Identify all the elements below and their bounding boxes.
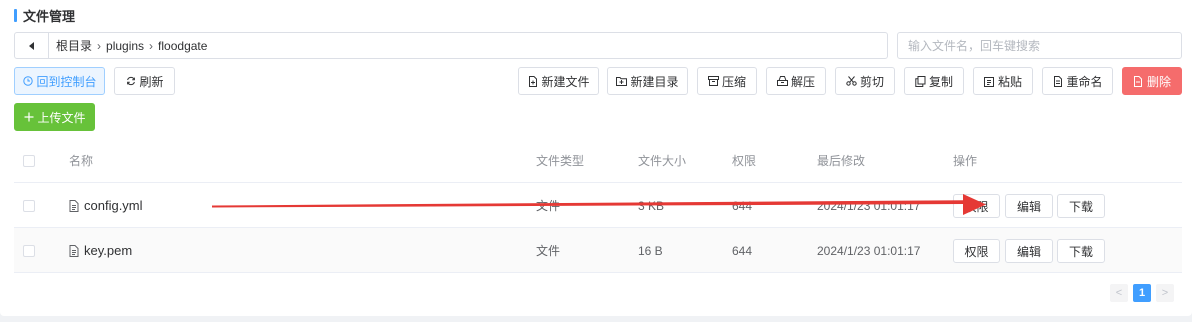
search-input[interactable]	[897, 32, 1182, 59]
table-header: 名称 文件类型 文件大小 权限 最后修改 操作	[14, 138, 1182, 183]
plus-icon	[23, 112, 34, 123]
breadcrumb-root[interactable]: 根目录	[56, 37, 92, 54]
file-table: 名称 文件类型 文件大小 权限 最后修改 操作 config.yml 文件 3 …	[14, 138, 1182, 273]
edit-button[interactable]: 编辑	[1005, 194, 1053, 218]
select-all-checkbox[interactable]	[23, 138, 35, 183]
table-row[interactable]: key.pem 文件 16 B 644 2024/1/23 01:01:17 权…	[14, 228, 1182, 273]
chevron-right-icon: ›	[149, 38, 154, 53]
download-button[interactable]: 下载	[1057, 194, 1105, 218]
breadcrumb: 根目录 › plugins › floodgate	[49, 37, 207, 54]
rename-label: 重命名	[1066, 74, 1103, 89]
file-size: 16 B	[638, 243, 663, 258]
file-name-cell[interactable]: key.pem	[69, 228, 132, 273]
folder-plus-icon	[616, 76, 628, 87]
file-permissions: 644	[732, 243, 753, 258]
page-title: 文件管理	[14, 7, 76, 24]
table-row[interactable]: config.yml 文件 3 KB 644 2024/1/23 01:01:1…	[14, 183, 1182, 228]
file-icon	[69, 244, 79, 257]
clock-icon	[22, 76, 33, 87]
refresh-label: 刷新	[139, 74, 164, 89]
file-name: key.pem	[84, 243, 133, 258]
file-type: 文件	[536, 199, 561, 213]
extract-button[interactable]: 解压	[766, 67, 826, 95]
permissions-button[interactable]: 权限	[953, 239, 1000, 263]
pagination-next-button[interactable]: >	[1156, 284, 1174, 302]
file-manager-panel: 文件管理 根目录 › plugins › floodgate 回到控制台 刷新 …	[0, 0, 1192, 316]
refresh-icon	[125, 76, 136, 87]
upload-file-button[interactable]: 上传文件	[14, 103, 95, 131]
copy-icon	[915, 75, 926, 87]
title-accent-bar	[14, 8, 17, 22]
file-icon	[69, 199, 79, 212]
back-to-console-button[interactable]: 回到控制台	[14, 67, 105, 95]
permissions-button[interactable]: 权限	[953, 194, 1000, 218]
column-header-permissions[interactable]: 权限	[732, 138, 756, 183]
delete-label: 删除	[1146, 74, 1171, 89]
copy-button[interactable]: 复制	[904, 67, 964, 95]
file-name-cell[interactable]: config.yml	[69, 183, 143, 228]
edit-button[interactable]: 编辑	[1005, 239, 1053, 263]
clipboard-icon	[984, 76, 995, 87]
column-header-modified[interactable]: 最后修改	[817, 138, 865, 183]
compress-button[interactable]: 压缩	[697, 67, 757, 95]
breadcrumb-plugins[interactable]: plugins	[106, 39, 144, 53]
scissors-icon	[846, 76, 857, 87]
trash-icon	[1133, 75, 1144, 87]
unarchive-icon	[776, 76, 788, 87]
file-type: 文件	[536, 244, 561, 258]
file-modified: 2024/1/23 01:01:17	[817, 198, 921, 213]
file-plus-icon	[527, 75, 538, 87]
column-header-actions: 操作	[953, 154, 978, 168]
back-to-console-label: 回到控制台	[36, 74, 97, 89]
row-checkbox[interactable]	[23, 228, 35, 273]
cut-label: 剪切	[859, 74, 884, 89]
page-title-text: 文件管理	[23, 8, 76, 24]
row-checkbox[interactable]	[23, 183, 35, 228]
column-header-size[interactable]: 文件大小	[638, 138, 686, 183]
back-arrow-icon	[29, 41, 34, 50]
column-header-name[interactable]: 名称	[69, 138, 93, 183]
column-header-type[interactable]: 文件类型	[536, 138, 584, 183]
pagination-prev-button[interactable]: <	[1110, 284, 1128, 302]
upload-file-label: 上传文件	[37, 110, 86, 125]
refresh-button[interactable]: 刷新	[114, 67, 175, 95]
rename-icon	[1052, 75, 1063, 87]
pagination-page-1[interactable]: 1	[1133, 284, 1151, 302]
new-folder-button[interactable]: 新建目录	[607, 67, 688, 95]
back-button[interactable]	[15, 33, 49, 58]
cut-button[interactable]: 剪切	[835, 67, 895, 95]
new-file-button[interactable]: 新建文件	[518, 67, 599, 95]
file-permissions: 644	[732, 198, 753, 213]
new-file-label: 新建文件	[541, 74, 590, 89]
archive-icon	[707, 76, 719, 87]
delete-button[interactable]: 删除	[1122, 67, 1182, 95]
chevron-right-icon: ›	[97, 38, 102, 53]
file-modified: 2024/1/23 01:01:17	[817, 243, 921, 258]
compress-label: 压缩	[721, 74, 746, 89]
file-name: config.yml	[84, 198, 143, 213]
breadcrumb-floodgate[interactable]: floodgate	[158, 39, 207, 53]
rename-button[interactable]: 重命名	[1042, 67, 1113, 95]
new-folder-label: 新建目录	[630, 74, 679, 89]
copy-label: 复制	[928, 74, 953, 89]
path-bar: 根目录 › plugins › floodgate	[14, 32, 888, 59]
file-size: 3 KB	[638, 198, 665, 213]
extract-label: 解压	[790, 74, 815, 89]
paste-button[interactable]: 粘贴	[973, 67, 1033, 95]
download-button[interactable]: 下载	[1057, 239, 1105, 263]
paste-label: 粘贴	[997, 74, 1022, 89]
